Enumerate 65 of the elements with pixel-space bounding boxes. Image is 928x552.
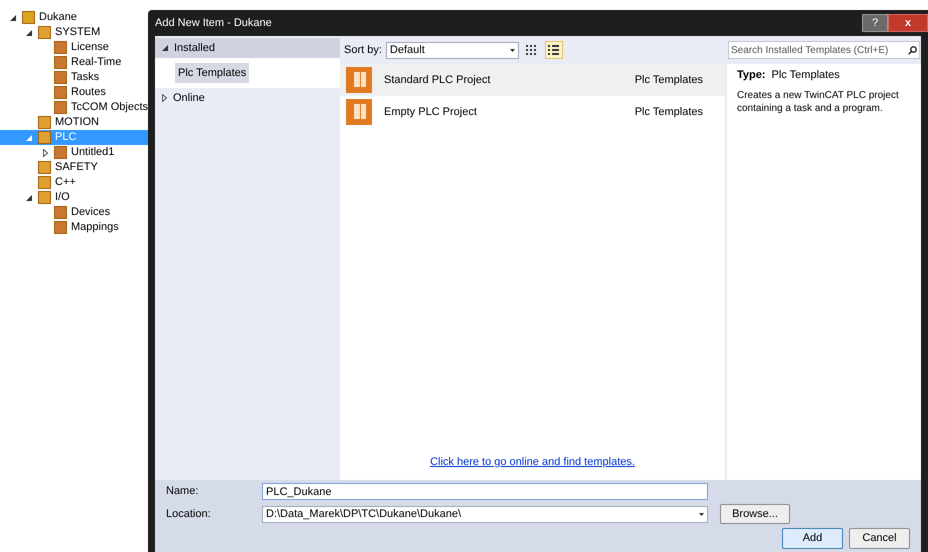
type-value: Plc Templates: [772, 68, 840, 83]
collapsed-arrow-icon[interactable]: [162, 94, 167, 102]
sort-label: Sort by:: [344, 42, 382, 58]
tree-item[interactable]: Mappings: [0, 220, 148, 235]
node-icon: [38, 131, 51, 144]
template-row[interactable]: Standard PLC Project Plc Templates: [340, 64, 725, 96]
help-button[interactable]: ?: [862, 14, 888, 32]
node-icon: [54, 71, 67, 84]
node-icon: [38, 176, 51, 189]
tree-item[interactable]: TcCOM Objects: [0, 100, 148, 115]
sort-dropdown[interactable]: Default: [386, 42, 519, 58]
grid-icon: [526, 44, 538, 56]
browse-button[interactable]: Browse...: [720, 504, 790, 524]
list-view-button[interactable]: [544, 41, 563, 59]
node-icon: [54, 56, 67, 69]
tree-item[interactable]: SAFETY: [0, 160, 148, 175]
expanded-arrow-icon[interactable]: [26, 30, 32, 36]
node-icon: [54, 146, 67, 159]
collapsed-arrow-icon[interactable]: [42, 148, 48, 156]
location-label: Location:: [166, 506, 212, 522]
tree-item[interactable]: Dukane: [0, 10, 148, 25]
expanded-arrow-icon[interactable]: [10, 14, 16, 20]
search-field[interactable]: Search Installed Templates (Ctrl+E): [728, 41, 920, 59]
template-description: Creates a new TwinCAT PLC project containing a task and a program.: [737, 88, 900, 114]
tree-item[interactable]: Real-Time: [0, 55, 148, 70]
node-icon: [54, 101, 67, 114]
tree-item[interactable]: I/O: [0, 190, 148, 205]
cancel-button[interactable]: Cancel: [849, 528, 910, 549]
expanded-arrow-icon[interactable]: [26, 194, 32, 200]
plc-project-icon: [346, 67, 372, 93]
node-icon: [22, 11, 35, 24]
list-icon: [548, 44, 560, 56]
category-item[interactable]: Online: [155, 88, 340, 108]
node-icon: [38, 191, 51, 204]
node-icon: [38, 116, 51, 129]
type-label: Type:: [737, 68, 766, 83]
add-button[interactable]: Add: [782, 528, 843, 549]
location-dropdown[interactable]: D:\Data_Marek\DP\TC\Dukane\Dukane\: [262, 506, 708, 522]
tree-item[interactable]: SYSTEM: [0, 25, 148, 40]
tree-item[interactable]: C++: [0, 175, 148, 190]
tree-item[interactable]: MOTION: [0, 115, 148, 130]
dropdown-arrow-icon: [510, 48, 515, 52]
name-field[interactable]: PLC_Dukane: [262, 483, 708, 500]
category-item[interactable]: Installed: [155, 38, 340, 58]
search-icon: [908, 46, 917, 54]
node-icon: [38, 161, 51, 174]
node-icon: [38, 26, 51, 39]
template-row[interactable]: Empty PLC Project Plc Templates: [340, 96, 725, 128]
tree-item[interactable]: Tasks: [0, 70, 148, 85]
category-item[interactable]: Plc Templates: [175, 62, 250, 84]
dropdown-arrow-icon: [699, 512, 704, 516]
tree-item[interactable]: Routes: [0, 85, 148, 100]
node-icon: [54, 221, 67, 234]
online-templates-link[interactable]: Click here to go online and find templates.: [430, 454, 635, 470]
expanded-arrow-icon[interactable]: [162, 45, 168, 51]
plc-project-icon: [346, 99, 372, 125]
tree-item[interactable]: Devices: [0, 205, 148, 220]
node-icon: [54, 206, 67, 219]
tree-item[interactable]: License: [0, 40, 148, 55]
tree-item[interactable]: Untitled1: [0, 145, 148, 160]
name-label: Name:: [166, 484, 200, 500]
node-icon: [54, 86, 67, 99]
window-title: Add New Item - Dukane: [155, 16, 272, 31]
close-button[interactable]: x: [888, 14, 928, 32]
node-icon: [54, 41, 67, 54]
